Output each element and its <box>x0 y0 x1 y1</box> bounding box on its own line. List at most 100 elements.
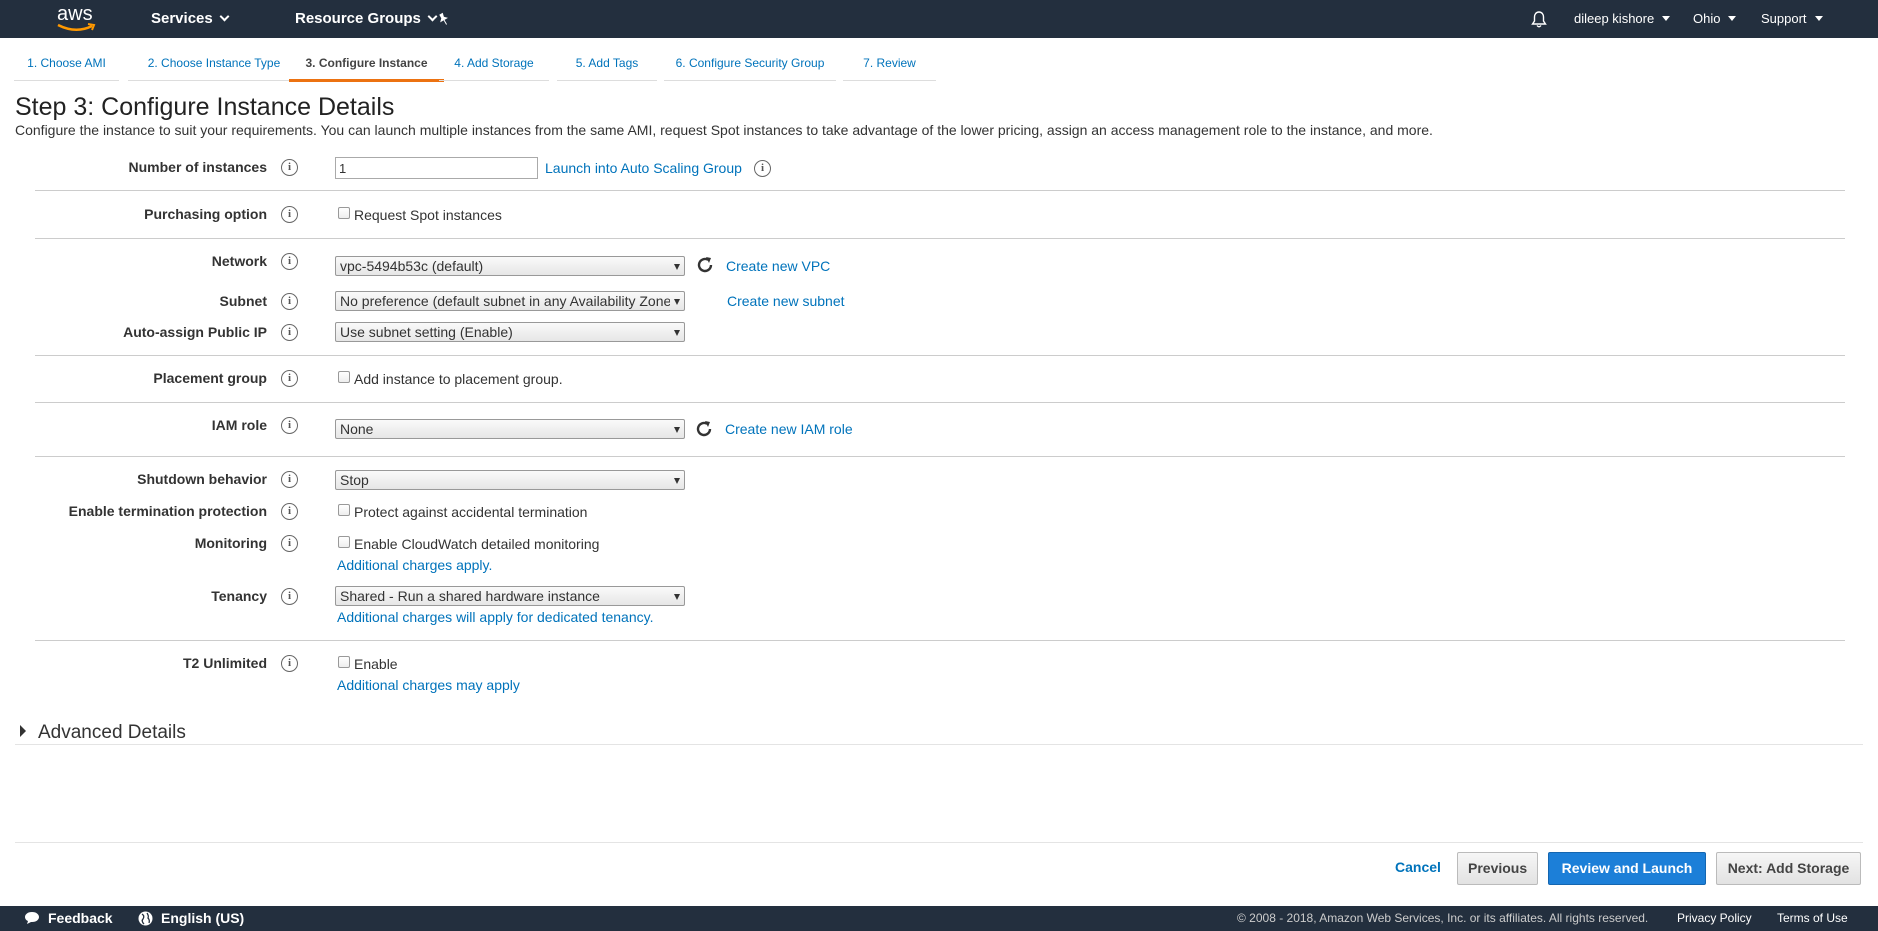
cloudwatch-monitoring-checkbox[interactable] <box>338 536 350 548</box>
feedback-link[interactable]: Feedback <box>24 906 113 931</box>
tab-add-storage[interactable]: 4. Add Storage <box>439 50 549 81</box>
dropdown-arrow-icon <box>674 264 680 270</box>
terms-of-use-link[interactable]: Terms of Use <box>1777 906 1848 931</box>
aws-logo[interactable]: aws <box>56 3 98 35</box>
info-icon[interactable]: i <box>281 253 298 270</box>
region-label: Ohio <box>1693 11 1721 26</box>
info-icon[interactable]: i <box>281 588 298 605</box>
chevron-down-icon <box>427 11 438 21</box>
tab-configure-instance[interactable]: 3. Configure Instance <box>289 50 444 82</box>
tab-review[interactable]: 7. Review <box>843 50 936 81</box>
divider <box>35 190 1845 191</box>
shutdown-behavior-select[interactable]: Stop <box>335 470 685 490</box>
request-spot-checkbox[interactable] <box>338 207 350 219</box>
info-icon[interactable]: i <box>281 655 298 672</box>
language-selector[interactable]: English (US) <box>138 906 244 931</box>
subnet-label: Subnet <box>219 293 267 309</box>
iam-role-label: IAM role <box>211 417 267 433</box>
next-add-storage-button[interactable]: Next: Add Storage <box>1716 852 1861 885</box>
subnet-select[interactable]: No preference (default subnet in any Ava… <box>335 291 685 311</box>
termination-protection-checkbox[interactable] <box>338 504 350 516</box>
speech-bubble-icon <box>25 912 39 925</box>
privacy-policy-link[interactable]: Privacy Policy <box>1677 906 1752 931</box>
info-icon[interactable]: i <box>754 160 771 177</box>
info-icon[interactable]: i <box>281 159 298 176</box>
create-new-iam-role-link[interactable]: Create new IAM role <box>725 421 853 437</box>
support-label: Support <box>1761 11 1807 26</box>
network-label: Network <box>211 253 267 269</box>
tab-add-tags[interactable]: 5. Add Tags <box>557 50 657 81</box>
caret-down-icon <box>1814 16 1823 22</box>
bell-icon[interactable] <box>1531 0 1547 38</box>
divider <box>35 402 1845 403</box>
t2-unlimited-enable-label: Enable <box>354 656 398 672</box>
services-label: Services <box>151 10 213 27</box>
dropdown-arrow-icon <box>674 594 680 600</box>
refresh-icon[interactable] <box>695 255 715 275</box>
monitoring-charges-link[interactable]: Additional charges apply. <box>337 557 492 573</box>
info-icon[interactable]: i <box>281 293 298 310</box>
resource-groups-label: Resource Groups <box>295 10 421 27</box>
instances-label: Number of instances <box>128 159 267 175</box>
support-menu[interactable]: Support <box>1761 0 1823 38</box>
tenancy-select[interactable]: Shared - Run a shared hardware instance <box>335 586 685 606</box>
region-menu[interactable]: Ohio <box>1693 0 1737 38</box>
footer-bar: Feedback English (US) © 2008 - 2018, Ama… <box>0 906 1878 931</box>
shutdown-value: Stop <box>340 472 369 488</box>
copyright-text: © 2008 - 2018, Amazon Web Services, Inc.… <box>1237 911 1649 925</box>
tab-configure-security-group[interactable]: 6. Configure Security Group <box>664 50 836 81</box>
placement-group-label: Add instance to placement group. <box>354 371 563 387</box>
t2-charges-link[interactable]: Additional charges may apply <box>337 677 520 693</box>
resource-groups-menu[interactable]: Resource Groups <box>295 0 438 38</box>
cancel-button[interactable]: Cancel <box>1385 852 1451 885</box>
public-ip-value: Use subnet setting (Enable) <box>340 324 513 340</box>
placement-group-checkbox[interactable] <box>338 371 350 383</box>
create-new-vpc-link[interactable]: Create new VPC <box>726 258 830 274</box>
previous-button[interactable]: Previous <box>1457 852 1538 885</box>
dropdown-arrow-icon <box>674 299 680 305</box>
info-icon[interactable]: i <box>281 417 298 434</box>
tenancy-charges-link[interactable]: Additional charges will apply for dedica… <box>337 609 653 625</box>
page-title: Step 3: Configure Instance Details <box>15 93 395 121</box>
info-icon[interactable]: i <box>281 535 298 552</box>
t2-unlimited-label: T2 Unlimited <box>182 655 267 671</box>
caret-down-icon <box>1728 16 1737 22</box>
number-of-instances-input[interactable] <box>335 157 538 179</box>
iam-role-select[interactable]: None <box>335 419 685 439</box>
info-icon[interactable]: i <box>281 370 298 387</box>
iam-role-value: None <box>340 421 374 437</box>
services-menu[interactable]: Services <box>151 0 230 38</box>
feedback-label: Feedback <box>48 910 113 926</box>
info-icon[interactable]: i <box>281 471 298 488</box>
refresh-icon[interactable] <box>694 419 714 439</box>
review-and-launch-button[interactable]: Review and Launch <box>1548 852 1706 885</box>
create-new-subnet-link[interactable]: Create new subnet <box>727 293 845 309</box>
subnet-value: No preference (default subnet in any Ava… <box>340 293 670 309</box>
caret-down-icon <box>1662 16 1671 22</box>
tab-choose-ami[interactable]: 1. Choose AMI <box>14 50 119 81</box>
termination-protection-label: Protect against accidental termination <box>354 504 588 520</box>
public-ip-select[interactable]: Use subnet setting (Enable) <box>335 322 685 342</box>
network-select[interactable]: vpc-5494b53c (default) <box>335 256 685 276</box>
chevron-down-icon <box>219 11 230 21</box>
request-spot-label: Request Spot instances <box>354 207 502 223</box>
info-icon[interactable]: i <box>281 503 298 520</box>
tenancy-label: Tenancy <box>211 588 267 604</box>
tab-choose-instance-type[interactable]: 2. Choose Instance Type <box>128 50 300 81</box>
expand-triangle-icon <box>20 724 26 737</box>
page-description: Configure the instance to suit your requ… <box>15 122 1433 138</box>
cloudwatch-monitoring-label: Enable CloudWatch detailed monitoring <box>354 536 600 552</box>
placement-label: Placement group <box>153 370 267 386</box>
t2-unlimited-checkbox[interactable] <box>338 656 350 668</box>
user-menu[interactable]: dileep kishore <box>1574 0 1671 38</box>
info-icon[interactable]: i <box>281 324 298 341</box>
divider <box>35 640 1845 641</box>
divider <box>35 238 1845 239</box>
termination-label: Enable termination protection <box>68 503 267 519</box>
advanced-details-toggle[interactable]: Advanced Details <box>20 722 186 744</box>
language-label: English (US) <box>161 910 245 926</box>
info-icon[interactable]: i <box>281 206 298 223</box>
launch-auto-scaling-link[interactable]: Launch into Auto Scaling Group <box>545 160 742 176</box>
pin-icon[interactable] <box>437 0 451 38</box>
dropdown-arrow-icon <box>674 427 680 433</box>
